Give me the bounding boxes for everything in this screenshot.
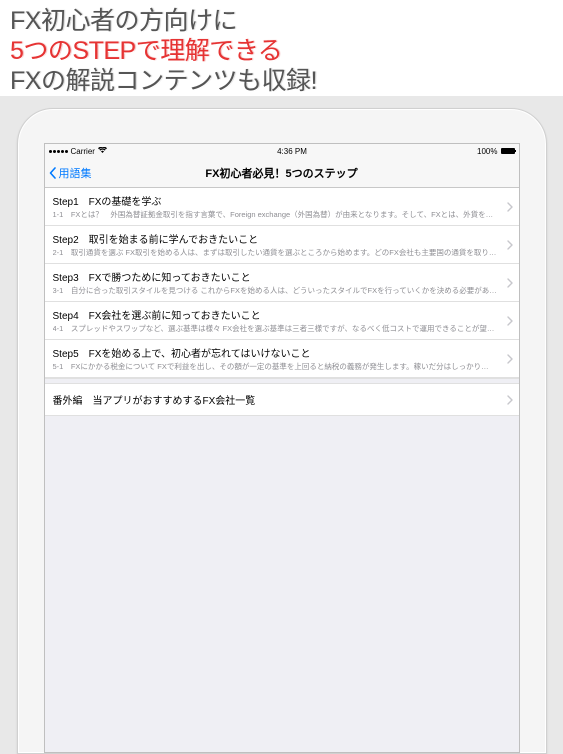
list-item-title: Step2 取引を始まる前に学んでおきたいこと	[53, 231, 501, 246]
promo-line-2: 5つのSTEPで理解できる	[10, 36, 553, 66]
promo-line-3: FXの解説コンテンツも収録!	[10, 66, 553, 96]
promo-headline: FX初心者の方向けに 5つのSTEPで理解できる FXの解説コンテンツも収録!	[0, 0, 563, 96]
chevron-right-icon	[507, 395, 513, 405]
list-item-subtitle: 4-1 スプレッドやスワップなど、選ぶ基準は様々 FX会社を選ぶ基準は三者三様で…	[53, 323, 501, 334]
list-item-subtitle: 1-1 FXとは？ 外国為替証拠金取引を指す言葉で、Foreign exchan…	[53, 209, 501, 220]
status-bar: Carrier 4:36 PM 100%	[45, 144, 519, 158]
list-item-step4[interactable]: Step4 FX会社を選ぶ前に知っておきたいこと 4-1 スプレッドやスワップな…	[45, 302, 519, 340]
list-item-title: Step1 FXの基礎を学ぶ	[53, 193, 501, 208]
list-item-title: Step5 FXを始める上で、初心者が忘れてはいけないこと	[53, 345, 501, 360]
list-item-subtitle: 5-1 FXにかかる税金について FXで利益を出し、その額が一定の基準を上回ると…	[53, 361, 501, 372]
page-title: FX初心者必見！5つのステップ	[205, 165, 357, 181]
list-item-title: Step3 FXで勝つために知っておきたいこと	[53, 269, 501, 284]
back-button[interactable]: 用語集	[49, 165, 92, 181]
signal-dots-icon	[49, 150, 68, 153]
promo-line-1: FX初心者の方向けに	[10, 6, 553, 36]
list-item-subtitle: 3-1 自分に合った取引スタイルを見つける これからFXを始める人は、どういった…	[53, 285, 501, 296]
carrier-label: Carrier	[71, 147, 95, 156]
list-item-step3[interactable]: Step3 FXで勝つために知っておきたいこと 3-1 自分に合った取引スタイル…	[45, 264, 519, 302]
status-time: 4:36 PM	[277, 147, 307, 156]
chevron-right-icon	[507, 316, 513, 326]
battery-pct: 100%	[477, 147, 497, 156]
list-item-title: Step4 FX会社を選ぶ前に知っておきたいこと	[53, 307, 501, 322]
steps-list: Step1 FXの基礎を学ぶ 1-1 FXとは？ 外国為替証拠金取引を指す言葉で…	[45, 188, 519, 416]
list-item-subtitle: 2-1 取引通貨を選ぶ FX取引を始める人は、まずは取引したい通貨を選ぶところか…	[53, 247, 501, 258]
wifi-icon	[98, 147, 107, 156]
chevron-right-icon	[507, 278, 513, 288]
list-item-title: 番外編 当アプリがおすすめするFX会社一覧	[53, 392, 501, 407]
chevron-right-icon	[507, 354, 513, 364]
chevron-right-icon	[507, 202, 513, 212]
chevron-left-icon	[49, 167, 57, 179]
device-screen: Carrier 4:36 PM 100% 用語集 FX初心者必見！5つのステップ	[44, 143, 520, 753]
list-item-step2[interactable]: Step2 取引を始まる前に学んでおきたいこと 2-1 取引通貨を選ぶ FX取引…	[45, 226, 519, 264]
device-bezel: Carrier 4:36 PM 100% 用語集 FX初心者必見！5つのステップ	[17, 108, 547, 754]
battery-icon	[501, 148, 515, 154]
list-item-step1[interactable]: Step1 FXの基礎を学ぶ 1-1 FXとは？ 外国為替証拠金取引を指す言葉で…	[45, 188, 519, 226]
chevron-right-icon	[507, 240, 513, 250]
navigation-bar: 用語集 FX初心者必見！5つのステップ	[45, 158, 519, 188]
back-label: 用語集	[59, 165, 92, 181]
list-item-extra[interactable]: 番外編 当アプリがおすすめするFX会社一覧	[45, 384, 519, 416]
list-item-step5[interactable]: Step5 FXを始める上で、初心者が忘れてはいけないこと 5-1 FXにかかる…	[45, 340, 519, 378]
status-right: 100%	[477, 147, 514, 156]
status-left: Carrier	[49, 147, 107, 156]
